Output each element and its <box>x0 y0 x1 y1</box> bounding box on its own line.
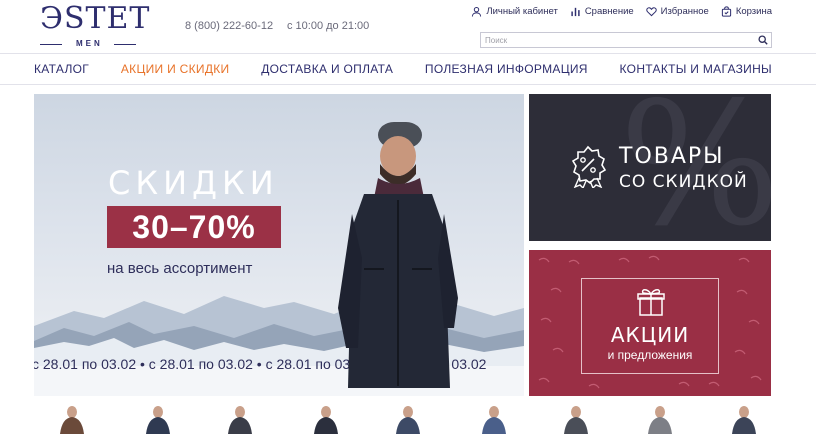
favorites-link[interactable]: Избранное <box>645 6 709 17</box>
compare-link[interactable]: Сравнение <box>570 6 634 17</box>
search-icon <box>758 35 768 45</box>
logo[interactable]: ЭSTET MEN <box>40 4 149 48</box>
gift-icon <box>637 289 665 316</box>
heart-icon <box>645 7 657 17</box>
logo-wordmark: ЭSTET <box>40 1 151 36</box>
hero-title: СКИДКИ <box>108 164 279 202</box>
hero-subtitle: на весь ассортимент <box>107 260 253 277</box>
search-box <box>480 32 772 48</box>
product-thumbnail[interactable] <box>558 404 594 434</box>
logo-sub: MEN <box>76 39 103 48</box>
main-nav: КАТАЛОГ АКЦИИ И СКИДКИ ДОСТАВКА И ОПЛАТА… <box>34 62 772 76</box>
promo-discounted-goods[interactable]: % ТОВАРЫ СО СКИДКОЙ <box>529 94 771 241</box>
nav-contacts[interactable]: КОНТАКТЫ И МАГАЗИНЫ <box>620 62 772 76</box>
hero-banner[interactable]: СКИДКИ 30–70% на весь ассортимент с 28.0… <box>34 94 524 396</box>
promo-actions[interactable]: АКЦИИ и предложения <box>529 250 771 396</box>
nav-delivery[interactable]: ДОСТАВКА И ОПЛАТА <box>261 62 393 76</box>
search-button[interactable] <box>755 33 771 47</box>
header-divider <box>0 53 816 54</box>
working-hours: с 10:00 до 21:00 <box>287 20 370 32</box>
favorites-label: Избранное <box>660 6 709 17</box>
product-thumbnail[interactable] <box>140 404 176 434</box>
discount-badge-icon <box>571 145 607 188</box>
search-input[interactable] <box>481 33 755 47</box>
user-links: Личный кабинет Сравнение Избранное Корзи… <box>471 6 772 17</box>
product-thumbnail[interactable] <box>222 404 258 434</box>
product-thumbnail[interactable] <box>390 404 426 434</box>
account-link[interactable]: Личный кабинет <box>471 6 558 17</box>
product-thumbnail[interactable] <box>476 404 512 434</box>
promo-actions-subtitle: и предложения <box>607 348 693 362</box>
basket-icon <box>721 6 731 17</box>
phone-number[interactable]: 8 (800) 222-60-12 <box>185 20 273 32</box>
bar-chart-icon <box>571 7 580 17</box>
model-photo <box>338 122 458 388</box>
cart-label: Корзина <box>735 6 772 17</box>
product-thumbnails <box>34 404 772 434</box>
product-thumbnail[interactable] <box>54 404 90 434</box>
nav-info[interactable]: ПОЛЕЗНАЯ ИНФОРМАЦИЯ <box>425 62 588 76</box>
product-thumbnail[interactable] <box>308 404 344 434</box>
nav-divider <box>0 84 816 85</box>
compare-label: Сравнение <box>584 6 634 17</box>
promo-actions-title: АКЦИИ <box>610 323 690 347</box>
account-label: Личный кабинет <box>486 6 558 17</box>
discount-badge: 30–70% <box>107 206 281 248</box>
nav-sales[interactable]: АКЦИИ И СКИДКИ <box>121 62 230 76</box>
promo-sale-line1: ТОВАРЫ <box>619 144 725 169</box>
product-thumbnail[interactable] <box>642 404 678 434</box>
user-icon <box>472 6 482 17</box>
cart-link[interactable]: Корзина <box>721 6 772 17</box>
logo-line-right <box>114 44 136 45</box>
nav-catalog[interactable]: КАТАЛОГ <box>34 62 89 76</box>
logo-line-left <box>40 44 62 45</box>
product-thumbnail[interactable] <box>726 404 762 434</box>
promo-sale-line2: СО СКИДКОЙ <box>619 172 748 192</box>
